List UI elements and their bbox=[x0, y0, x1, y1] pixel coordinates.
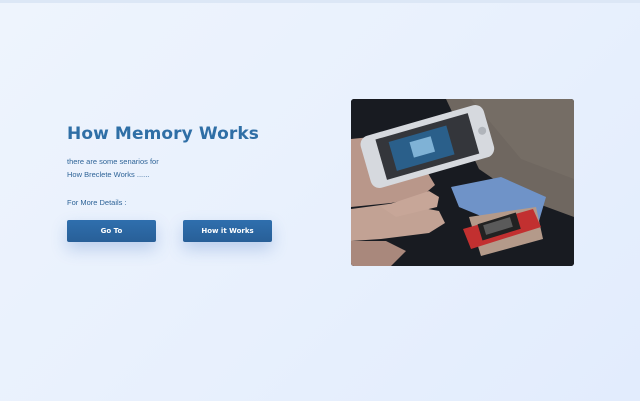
top-border bbox=[0, 0, 640, 3]
page-title: How Memory Works bbox=[67, 124, 259, 144]
description-line-1: there are some senarios for bbox=[67, 157, 159, 166]
description-line-2: How Breclete Works ...... bbox=[67, 170, 150, 179]
phone-scanning-bracelet-image bbox=[351, 99, 574, 266]
hero-photo bbox=[351, 99, 574, 266]
hero-description: there are some senarios for How Breclete… bbox=[67, 155, 327, 181]
go-to-button[interactable]: Go To bbox=[67, 220, 156, 242]
hero-text-block: How Memory Works there are some senarios… bbox=[67, 122, 327, 181]
more-details-label: For More Details : bbox=[67, 198, 127, 207]
how-it-works-button[interactable]: How it Works bbox=[183, 220, 272, 242]
